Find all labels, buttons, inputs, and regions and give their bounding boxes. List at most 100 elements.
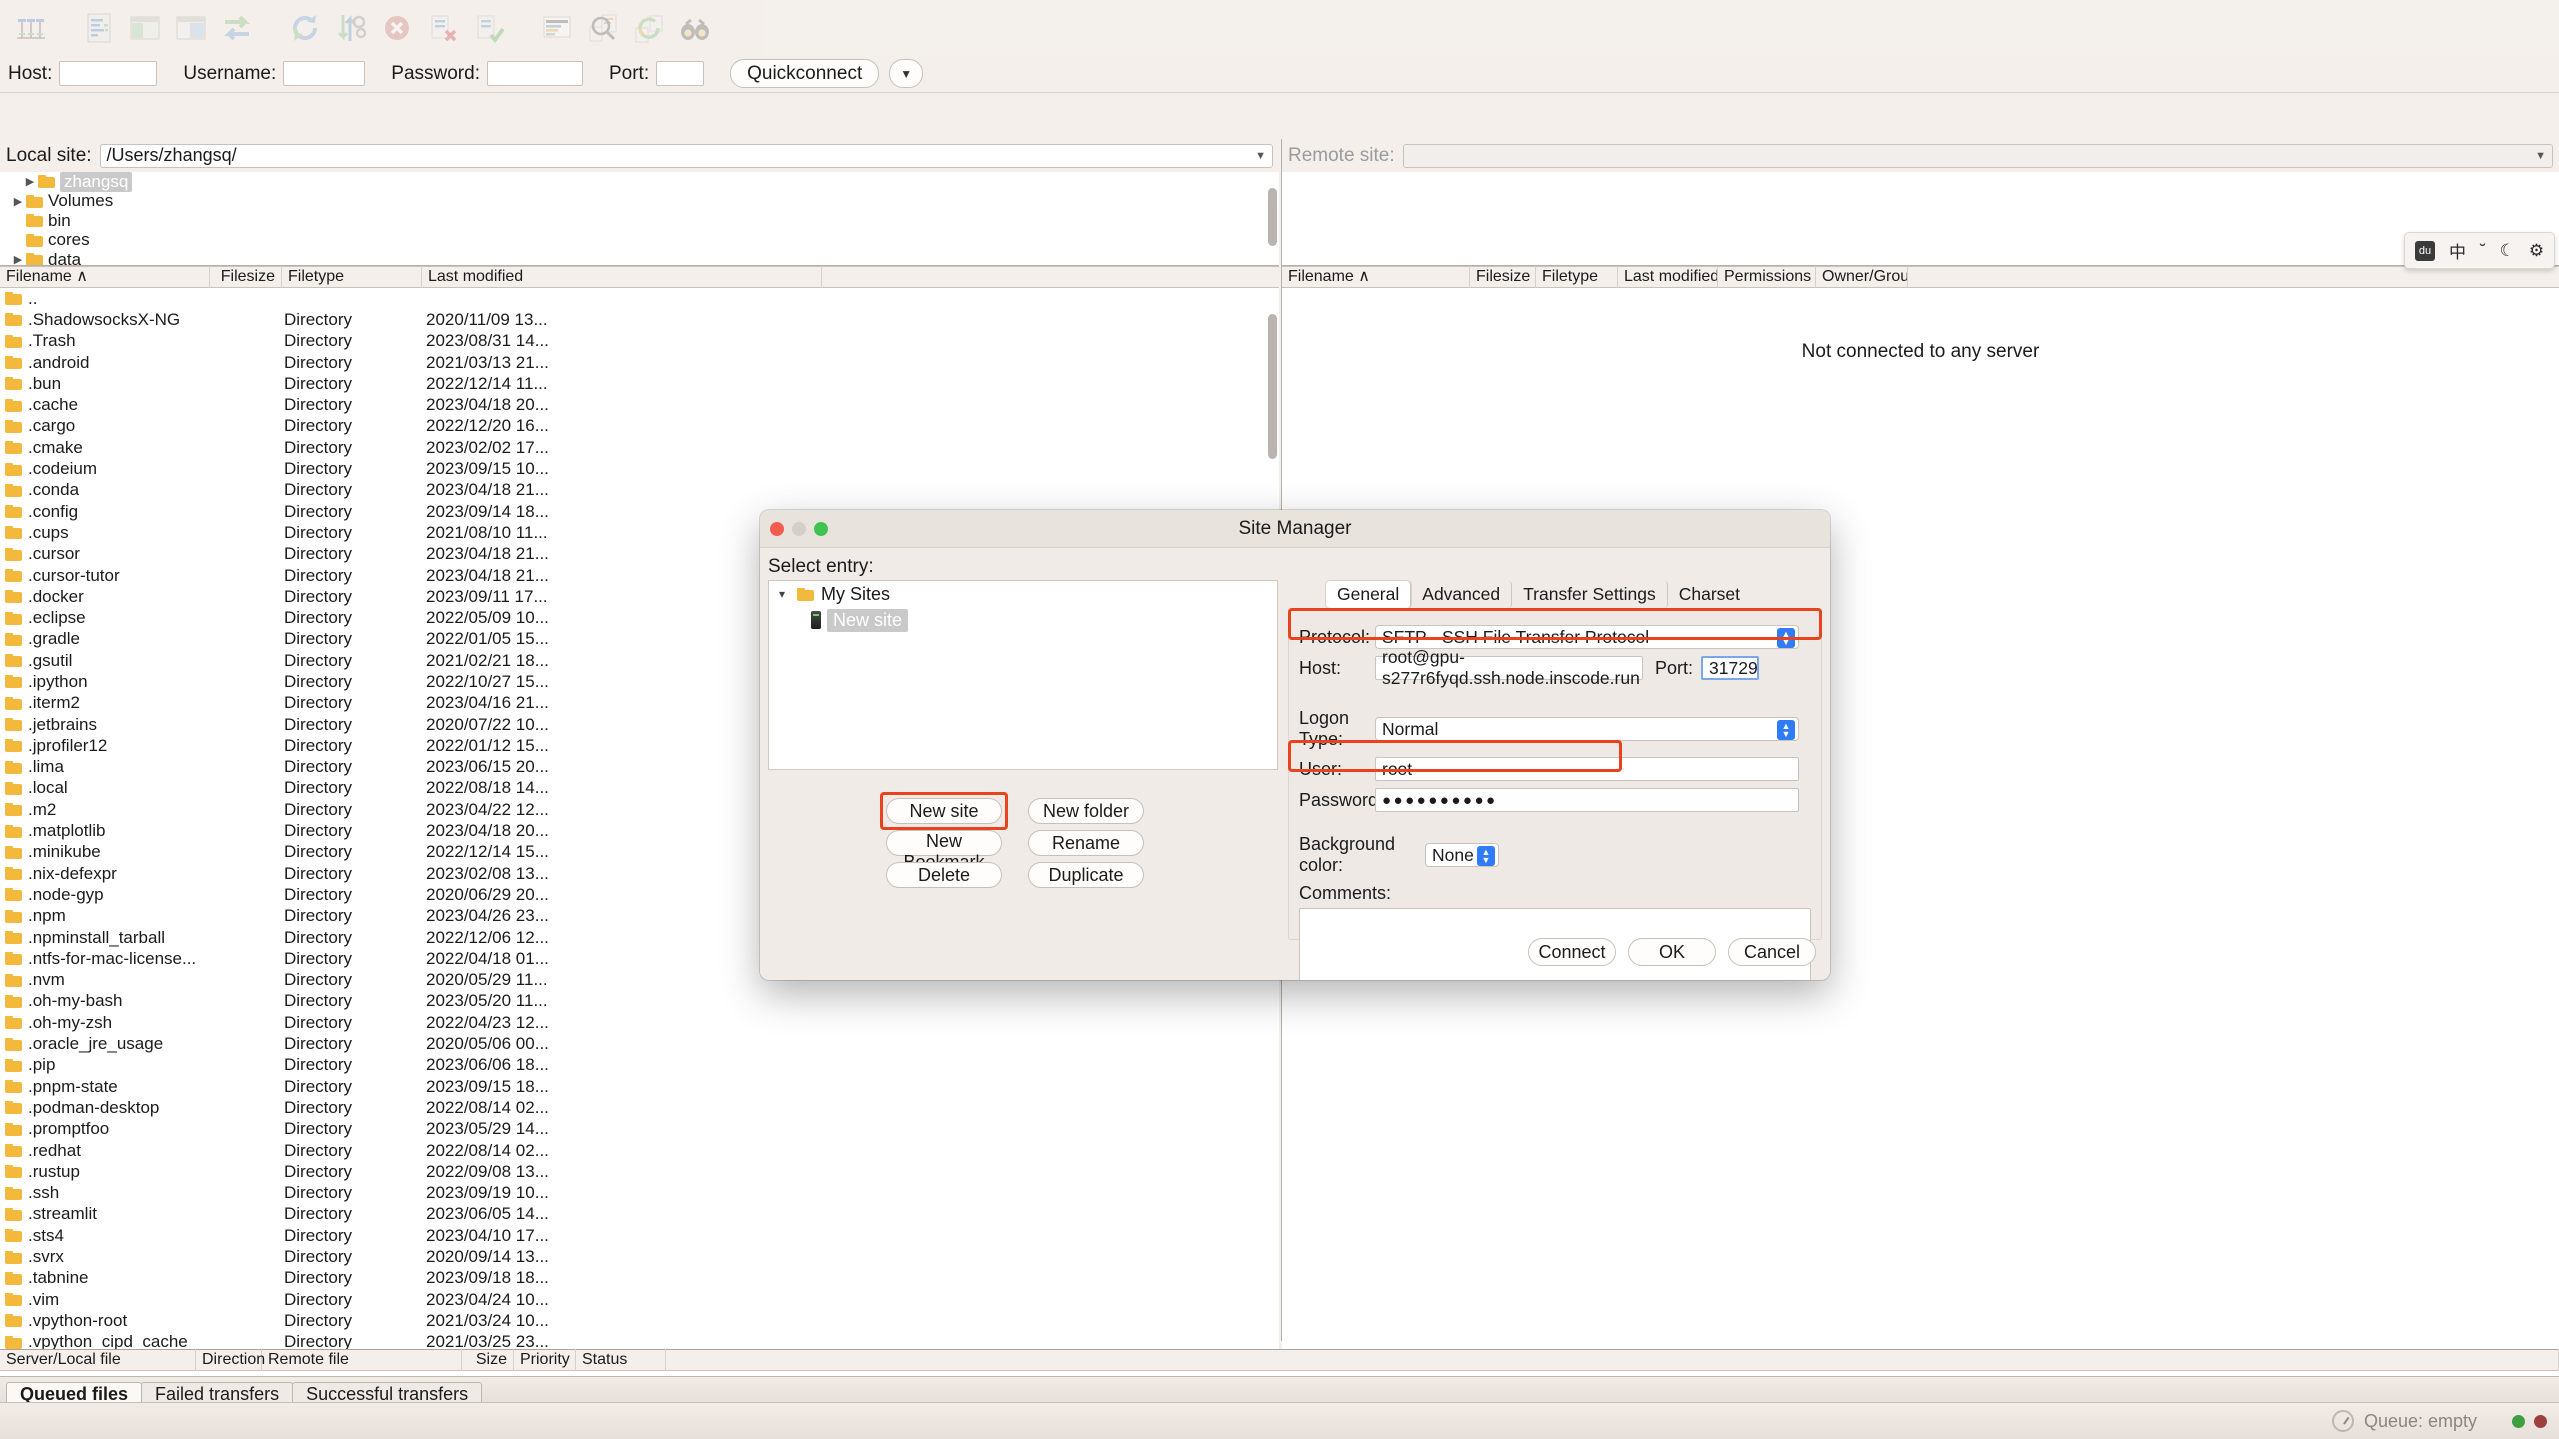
table-row[interactable]: .android Directory 2021/03/13 21...	[0, 352, 1279, 373]
ime-chinese-mode-icon[interactable]: 中	[2449, 238, 2466, 263]
reconnect-icon[interactable]	[466, 5, 512, 51]
close-window-icon[interactable]	[770, 522, 784, 536]
new-bookmark-button[interactable]: New Bookmark	[886, 830, 1002, 872]
chevron-right-icon[interactable]: ▶	[22, 175, 38, 188]
refresh-icon[interactable]	[282, 5, 328, 51]
process-queue-icon[interactable]	[328, 5, 374, 51]
table-row[interactable]: .Trash Directory 2023/08/31 14...	[0, 331, 1279, 352]
table-row[interactable]: .oh-my-bash Directory 2023/05/20 11...	[0, 991, 1279, 1012]
table-row[interactable]: .cache Directory 2023/04/18 20...	[0, 394, 1279, 415]
table-row[interactable]: .promptfoo Directory 2023/05/29 14...	[0, 1119, 1279, 1140]
site-entry-tree[interactable]: ▾ My Sites New site	[768, 580, 1278, 770]
column-header-filetype[interactable]: Filetype	[1536, 266, 1618, 288]
local-file-list-scrollbar[interactable]	[1268, 314, 1277, 459]
toggle-message-log-icon[interactable]	[76, 5, 122, 51]
site-manager-icon[interactable]	[8, 5, 54, 51]
site-tree-item-new-site[interactable]: New site	[769, 607, 1277, 633]
site-tree-item-my-sites[interactable]: ▾ My Sites	[769, 581, 1277, 607]
ime-punctuation-icon[interactable]: ˘	[2480, 241, 2486, 261]
column-header-filetype[interactable]: Filetype	[282, 266, 422, 288]
table-row[interactable]: .pnpm-state Directory 2023/09/15 18...	[0, 1076, 1279, 1097]
gear-icon[interactable]: ⚙	[2529, 241, 2544, 261]
quickconnect-port-input[interactable]	[656, 61, 705, 86]
table-row[interactable]: .bun Directory 2022/12/14 11...	[0, 373, 1279, 394]
table-row[interactable]: ..	[0, 288, 1279, 309]
tab-general[interactable]: General	[1326, 581, 1412, 608]
disconnect-icon[interactable]	[420, 5, 466, 51]
queue-column-priority[interactable]: Priority	[514, 1349, 576, 1371]
queue-column-direction[interactable]: Direction	[196, 1349, 265, 1371]
tree-item[interactable]: cores	[0, 230, 1279, 251]
table-row[interactable]: .vim Directory 2023/04/24 10...	[0, 1289, 1279, 1310]
chevron-right-icon[interactable]: ▶	[10, 253, 26, 265]
ime-moon-icon[interactable]: ☾	[2500, 241, 2515, 261]
logon-type-select[interactable]: Normal ▲ ▼	[1375, 717, 1799, 741]
cancel-button[interactable]: Cancel	[1728, 938, 1816, 966]
table-row[interactable]: .cargo Directory 2022/12/20 16...	[0, 416, 1279, 437]
minimize-window-icon[interactable]	[792, 522, 806, 536]
protocol-select[interactable]: SFTP - SSH File Transfer Protocol ▲ ▼	[1375, 625, 1799, 649]
stepper-icon[interactable]: ▲ ▼	[1777, 720, 1795, 740]
toggle-remote-tree-icon[interactable]	[168, 5, 214, 51]
table-row[interactable]: .oh-my-zsh Directory 2022/04/23 12...	[0, 1012, 1279, 1033]
queue-column-server-local-file[interactable]: Server/Local file	[0, 1349, 196, 1371]
chevron-down-icon[interactable]: ▾	[779, 587, 797, 601]
table-row[interactable]: .pip Directory 2023/06/06 18...	[0, 1055, 1279, 1076]
column-header-ownergroup[interactable]: Owner/Group	[1816, 266, 1908, 288]
table-row[interactable]: .conda Directory 2023/04/18 21...	[0, 480, 1279, 501]
chevron-right-icon[interactable]: ▶	[10, 195, 26, 208]
stepper-icon[interactable]: ▲ ▼	[1477, 846, 1495, 866]
table-row[interactable]: .ssh Directory 2023/09/19 10...	[0, 1182, 1279, 1203]
column-header-filename[interactable]: Filename ∧	[1282, 266, 1470, 288]
local-site-path-combo[interactable]: /Users/zhangsq/ ▼	[99, 143, 1273, 168]
chevron-down-icon[interactable]: ▼	[889, 59, 924, 88]
tree-item[interactable]: ▶ zhangsq	[0, 172, 1279, 192]
host-input[interactable]: root@gpu-s277r6fyqd.ssh.node.inscode.run	[1375, 647, 1643, 688]
toggle-transfer-queue-icon[interactable]	[214, 5, 260, 51]
queue-column-remote-file[interactable]: Remote file	[262, 1349, 462, 1371]
table-row[interactable]: .streamlit Directory 2023/06/05 14...	[0, 1204, 1279, 1225]
remote-directory-tree[interactable]	[1282, 172, 2559, 266]
toggle-local-tree-icon[interactable]	[122, 5, 168, 51]
tree-item[interactable]: ▶ data	[0, 250, 1279, 265]
tab-charset[interactable]: Charset	[1668, 581, 1751, 608]
queue-column-size[interactable]: Size	[462, 1349, 514, 1371]
cancel-operation-icon[interactable]	[374, 5, 420, 51]
table-row[interactable]: .sts4 Directory 2023/04/10 17...	[0, 1225, 1279, 1246]
password-input[interactable]: ●●●●●●●●●●	[1375, 788, 1799, 812]
remote-site-path-combo[interactable]: ▼	[1402, 143, 2553, 168]
table-row[interactable]: .podman-desktop Directory 2022/08/14 02...	[0, 1097, 1279, 1118]
quickconnect-button[interactable]: Quickconnect	[730, 59, 880, 88]
compare-directories-icon[interactable]	[672, 5, 718, 51]
zoom-window-icon[interactable]	[814, 522, 828, 536]
tab-transfer-settings[interactable]: Transfer Settings	[1512, 581, 1668, 608]
new-site-button[interactable]: New site	[886, 798, 1002, 824]
user-input[interactable]: root	[1375, 757, 1799, 781]
table-row[interactable]: .redhat Directory 2022/08/14 02...	[0, 1140, 1279, 1161]
local-directory-tree[interactable]: ▶ zhangsq ▶ Volumes bin cores ▶ data	[0, 172, 1279, 266]
local-tree-scrollbar[interactable]	[1268, 188, 1277, 246]
table-row[interactable]: .oracle_jre_usage Directory 2020/05/06 00.…	[0, 1033, 1279, 1054]
table-row[interactable]: .svrx Directory 2020/09/14 13...	[0, 1246, 1279, 1267]
stepper-icon[interactable]: ▲ ▼	[1777, 628, 1795, 648]
ok-button[interactable]: OK	[1628, 938, 1716, 966]
tree-item[interactable]: ▶ Volumes	[0, 191, 1279, 212]
table-row[interactable]: .vpython-root Directory 2021/03/24 10...	[0, 1310, 1279, 1331]
synchronized-browsing-icon[interactable]	[626, 5, 672, 51]
connect-button[interactable]: Connect	[1528, 938, 1616, 966]
table-row[interactable]: .rustup Directory 2022/09/08 13...	[0, 1161, 1279, 1182]
ime-logo-icon[interactable]: du	[2415, 240, 2435, 261]
duplicate-button[interactable]: Duplicate	[1028, 862, 1144, 888]
column-header-permissions[interactable]: Permissions	[1718, 266, 1816, 288]
column-header-lastmodified[interactable]: Last modified	[422, 266, 822, 288]
table-row[interactable]: .cmake Directory 2023/02/02 17...	[0, 437, 1279, 458]
queue-column-status[interactable]: Status	[576, 1349, 666, 1371]
port-input[interactable]: 31729	[1701, 656, 1760, 680]
background-color-select[interactable]: None ▲ ▼	[1425, 843, 1499, 867]
tab-advanced[interactable]: Advanced	[1411, 581, 1513, 608]
table-row[interactable]: .ShadowsocksX-NG Directory 2020/11/09 13..…	[0, 309, 1279, 330]
column-header-filesize[interactable]: Filesize	[1470, 266, 1536, 288]
new-folder-button[interactable]: New folder	[1028, 798, 1144, 824]
quickconnect-password-input[interactable]	[486, 61, 583, 86]
column-header-lastmodified[interactable]: Last modified	[1618, 266, 1718, 288]
